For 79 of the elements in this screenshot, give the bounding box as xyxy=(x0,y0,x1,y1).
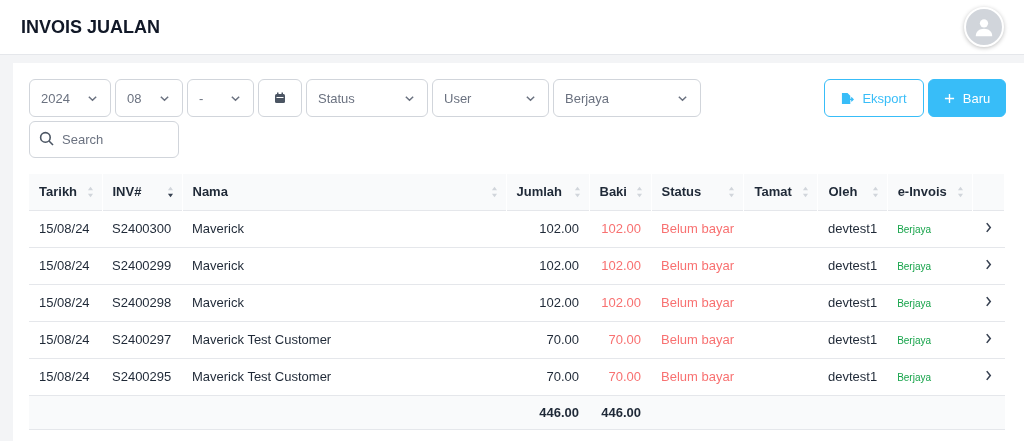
invoice-number-cell: S2400297 xyxy=(112,332,172,347)
sort-icon xyxy=(802,186,810,198)
date-cell: 15/08/24 xyxy=(39,332,90,347)
column-header[interactable]: Nama xyxy=(182,174,506,210)
name-cell: Maverick xyxy=(192,295,244,310)
sort-icon xyxy=(635,186,643,198)
balance-cell: 70.00 xyxy=(608,332,641,347)
user-cell: devtest1 xyxy=(828,258,878,273)
date-cell: 15/08/24 xyxy=(39,258,90,273)
amount-cell: 102.00 xyxy=(539,295,579,310)
dropdown[interactable]: - xyxy=(187,79,254,117)
column-header[interactable]: Oleh xyxy=(818,174,888,210)
column-header[interactable]: Baki xyxy=(589,174,651,210)
file-export-icon xyxy=(841,91,855,105)
search-icon xyxy=(39,131,55,147)
amount-cell: 102.00 xyxy=(539,221,579,236)
sort-icon xyxy=(166,186,174,198)
status-cell: Belum bayar xyxy=(661,221,734,236)
dropdown[interactable]: User xyxy=(432,79,549,117)
e-invoice-status: Berjaya xyxy=(897,372,932,383)
total-balance: 446.00 xyxy=(601,404,641,420)
column-header[interactable]: Jumlah xyxy=(506,174,589,210)
dropdown[interactable]: 2024 xyxy=(29,79,111,117)
invoice-number-cell: S2400299 xyxy=(112,258,172,273)
dropdown[interactable]: 08 xyxy=(115,79,183,117)
date-cell: 15/08/24 xyxy=(39,295,90,310)
plus-icon xyxy=(943,92,955,104)
dropdown[interactable]: Berjaya xyxy=(553,79,701,117)
invoice-number-cell: S2400300 xyxy=(112,221,172,236)
status-cell: Belum bayar xyxy=(661,258,734,273)
balance-cell: 102.00 xyxy=(601,221,641,236)
user-cell: devtest1 xyxy=(828,221,878,236)
amount-cell: 70.00 xyxy=(546,332,579,347)
balance-cell: 70.00 xyxy=(608,369,641,384)
column-header[interactable]: Tamat xyxy=(744,174,818,210)
e-invoice-status: Berjaya xyxy=(897,298,932,309)
name-cell: Maverick xyxy=(192,258,244,273)
page-title: INVOIS JUALAN xyxy=(21,16,161,38)
chevron-right-icon[interactable] xyxy=(984,222,992,233)
e-invoice-status: Berjaya xyxy=(897,335,932,346)
name-cell: Maverick Test Customer xyxy=(192,332,332,347)
status-cell: Belum bayar xyxy=(661,295,734,310)
sort-icon xyxy=(490,186,498,198)
sort-icon xyxy=(728,186,736,198)
amount-cell: 70.00 xyxy=(546,369,579,384)
invoice-number-cell: S2400298 xyxy=(112,295,172,310)
total-amount: 446.00 xyxy=(539,404,579,420)
calendar-button[interactable] xyxy=(258,79,302,117)
sort-icon xyxy=(871,186,879,198)
chevron-right-icon[interactable] xyxy=(984,296,992,307)
dropdown[interactable]: Status xyxy=(306,79,428,117)
calendar-icon xyxy=(274,92,286,104)
date-cell: 15/08/24 xyxy=(39,221,90,236)
column-header[interactable]: e-Invois xyxy=(887,174,973,210)
sort-icon xyxy=(956,186,964,198)
sort-icon xyxy=(86,186,94,198)
amount-cell: 102.00 xyxy=(539,258,579,273)
chevron-right-icon[interactable] xyxy=(984,259,992,270)
e-invoice-status: Berjaya xyxy=(897,261,932,272)
user-cell: devtest1 xyxy=(828,369,878,384)
chevron-right-icon[interactable] xyxy=(984,333,992,344)
user-silhouette-icon xyxy=(973,16,995,38)
column-header[interactable]: Tarikh xyxy=(29,174,102,210)
name-cell: Maverick Test Customer xyxy=(192,369,332,384)
balance-cell: 102.00 xyxy=(601,295,641,310)
user-cell: devtest1 xyxy=(828,332,878,347)
column-header[interactable]: Status xyxy=(651,174,744,210)
e-invoice-status: Berjaya xyxy=(897,224,932,235)
column-header[interactable]: INV# xyxy=(102,174,182,210)
sort-icon xyxy=(573,186,581,198)
name-cell: Maverick xyxy=(192,221,244,236)
user-cell: devtest1 xyxy=(828,295,878,310)
invoice-number-cell: S2400295 xyxy=(112,369,172,384)
date-cell: 15/08/24 xyxy=(39,369,90,384)
balance-cell: 102.00 xyxy=(601,258,641,273)
chevron-right-icon[interactable] xyxy=(984,370,992,381)
status-cell: Belum bayar xyxy=(661,369,734,384)
search-field[interactable]: Search xyxy=(29,121,179,158)
status-cell: Belum bayar xyxy=(661,332,734,347)
